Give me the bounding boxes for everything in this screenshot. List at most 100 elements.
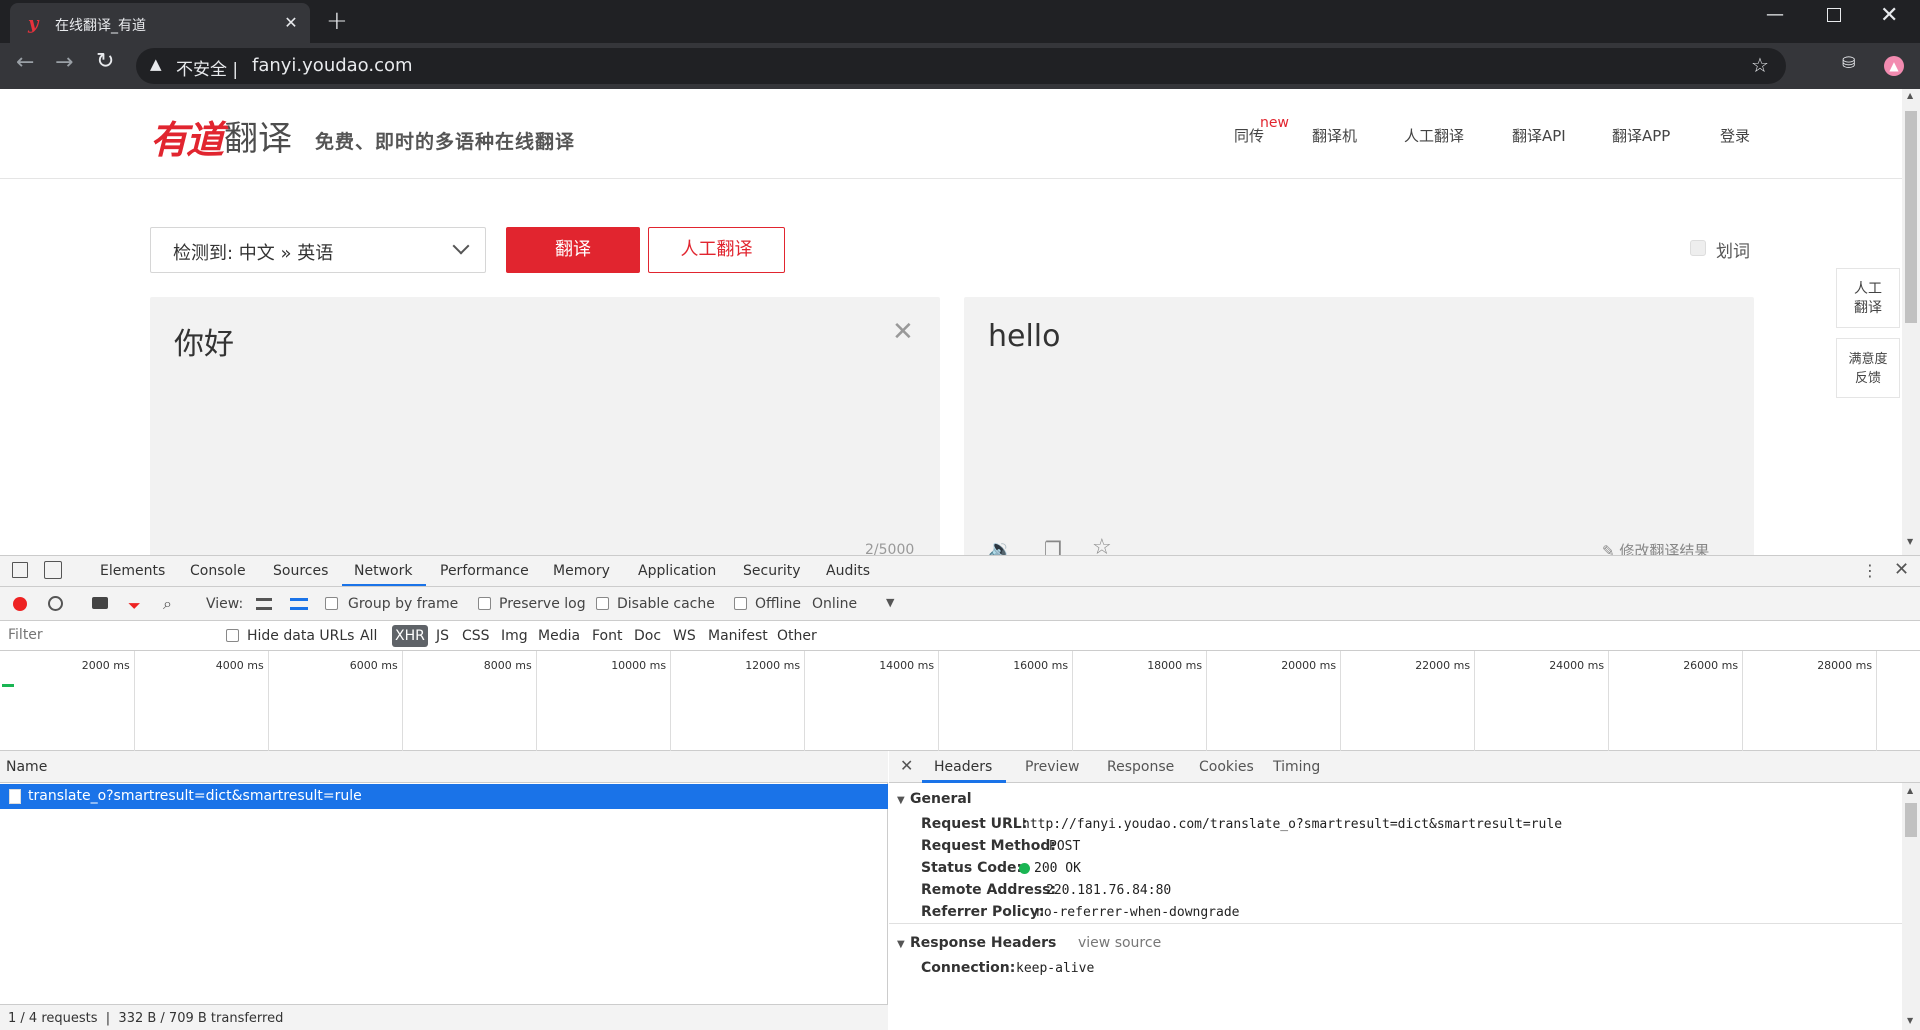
disable-cache-label[interactable]: Disable cache: [617, 596, 715, 612]
filter-type-all[interactable]: All: [360, 628, 377, 644]
page-scrollbar[interactable]: ▲ ▼: [1902, 89, 1920, 555]
hide-data-urls-label[interactable]: Hide data URLs: [247, 628, 354, 644]
offline-checkbox[interactable]: [734, 597, 747, 610]
filter-type-img[interactable]: Img: [501, 628, 528, 644]
side-feedback-button[interactable]: 满意度 反馈: [1836, 338, 1900, 398]
huaci-checkbox[interactable]: [1690, 240, 1706, 256]
collapse-triangle-icon[interactable]: ▼: [897, 939, 905, 950]
filter-input[interactable]: [2, 624, 210, 646]
record-icon[interactable]: [13, 597, 27, 611]
filter-type-manifest[interactable]: Manifest: [708, 628, 768, 644]
devtools-tab-audits[interactable]: Audits: [826, 563, 870, 579]
column-header-name[interactable]: Name: [6, 759, 47, 775]
throttling-select[interactable]: Online: [812, 596, 857, 612]
filter-type-font[interactable]: Font: [592, 628, 622, 644]
new-tab-button[interactable]: +: [326, 6, 348, 36]
extension-icon[interactable]: ⛁: [1842, 53, 1855, 72]
device-toolbar-icon[interactable]: [44, 561, 62, 579]
nav-link-api[interactable]: 翻译API: [1512, 125, 1566, 146]
devtools-tab-sources[interactable]: Sources: [273, 563, 328, 579]
details-tab-cookies[interactable]: Cookies: [1199, 759, 1254, 775]
devtools-tab-network[interactable]: Network: [354, 563, 412, 579]
edit-translation-link[interactable]: ✎ 修改翻译结果: [1602, 540, 1709, 555]
overview-waterfall-icon[interactable]: [290, 598, 308, 610]
details-close-icon[interactable]: ✕: [900, 756, 913, 775]
filter-type-other[interactable]: Other: [777, 628, 817, 644]
warning-triangle-icon[interactable]: ▲: [150, 55, 162, 73]
request-row[interactable]: translate_o?smartresult=dict&smartresult…: [0, 784, 888, 809]
window-minimize-button[interactable]: —: [1766, 4, 1784, 25]
translate-button[interactable]: 翻译: [506, 227, 640, 273]
request-name[interactable]: translate_o?smartresult=dict&smartresult…: [28, 788, 362, 804]
human-translate-button[interactable]: 人工翻译: [648, 227, 785, 273]
offline-label[interactable]: Offline: [755, 596, 801, 612]
view-source-link[interactable]: view source: [1078, 935, 1161, 951]
scroll-down-arrow-icon[interactable]: ▼: [1907, 1016, 1913, 1025]
devtools-tab-elements[interactable]: Elements: [100, 563, 165, 579]
devtools-tab-application[interactable]: Application: [638, 563, 716, 579]
collapse-triangle-icon[interactable]: ▼: [897, 795, 905, 806]
browser-tab[interactable]: y 在线翻译_有道 ✕: [10, 3, 310, 43]
url-text[interactable]: fanyi.youdao.com: [252, 55, 413, 76]
fanyi-logo-text[interactable]: 翻译: [224, 111, 292, 160]
clear-input-icon[interactable]: ✕: [892, 317, 914, 347]
speaker-icon[interactable]: 🔉: [988, 537, 1013, 555]
details-scrollbar-thumb[interactable]: [1905, 803, 1917, 837]
devtools-tab-security[interactable]: Security: [743, 563, 801, 579]
details-tab-response[interactable]: Response: [1107, 759, 1174, 775]
back-arrow-icon[interactable]: ←: [16, 50, 34, 75]
details-tab-headers[interactable]: Headers: [934, 759, 992, 775]
forward-arrow-icon[interactable]: →: [55, 50, 73, 75]
filter-type-xhr[interactable]: XHR: [395, 628, 425, 644]
bookmark-star-icon[interactable]: ☆: [1751, 53, 1769, 77]
tab-close-icon[interactable]: ✕: [282, 13, 300, 32]
details-scrollbar[interactable]: ▲ ▼: [1902, 783, 1920, 1030]
filter-funnel-icon[interactable]: ⏷: [128, 596, 141, 616]
nav-link-app[interactable]: 翻译APP: [1612, 125, 1670, 146]
network-overview-timeline[interactable]: 2000 ms 4000 ms 6000 ms 8000 ms 10000 ms 1200…: [0, 651, 1920, 751]
window-maximize-button[interactable]: [1827, 8, 1841, 22]
more-options-icon[interactable]: ⋮: [1862, 561, 1878, 580]
nav-link-login[interactable]: 登录: [1720, 125, 1750, 146]
general-section-title[interactable]: General: [910, 791, 972, 807]
copy-icon[interactable]: ❐: [1044, 537, 1062, 555]
details-tab-timing[interactable]: Timing: [1273, 759, 1320, 775]
inspect-element-icon[interactable]: [12, 562, 28, 578]
group-by-frame-checkbox[interactable]: [325, 597, 338, 610]
devtools-tab-console[interactable]: Console: [190, 563, 246, 579]
disable-cache-checkbox[interactable]: [596, 597, 609, 610]
devtools-tab-memory[interactable]: Memory: [553, 563, 610, 579]
favorite-star-icon[interactable]: ☆: [1092, 535, 1112, 555]
source-text[interactable]: 你好: [174, 319, 234, 363]
preserve-log-checkbox[interactable]: [478, 597, 491, 610]
filter-type-css[interactable]: CSS: [462, 628, 490, 644]
filter-type-js[interactable]: JS: [436, 628, 449, 644]
response-headers-section-title[interactable]: Response Headers: [910, 935, 1056, 951]
scroll-down-arrow-icon[interactable]: ▼: [1907, 537, 1913, 546]
scroll-up-arrow-icon[interactable]: ▲: [1907, 786, 1913, 795]
details-tab-preview[interactable]: Preview: [1025, 759, 1080, 775]
address-bar[interactable]: ▲ 不安全 | fanyi.youdao.com ☆: [136, 48, 1786, 84]
language-select[interactable]: 检测到: 中文 » 英语: [150, 227, 486, 273]
clear-icon[interactable]: [48, 596, 63, 611]
side-human-translate-button[interactable]: 人工 翻译: [1836, 268, 1900, 328]
large-rows-view-icon[interactable]: [256, 598, 272, 610]
nav-link-human-translation[interactable]: 人工翻译: [1404, 125, 1464, 146]
filter-type-doc[interactable]: Doc: [634, 628, 661, 644]
hide-data-urls-checkbox[interactable]: [226, 629, 239, 642]
devtools-close-icon[interactable]: ✕: [1894, 559, 1909, 580]
youdao-logo[interactable]: 有道: [150, 109, 224, 164]
filter-type-media[interactable]: Media: [538, 628, 580, 644]
page-scrollbar-thumb[interactable]: [1905, 111, 1917, 323]
scroll-up-arrow-icon[interactable]: ▲: [1907, 91, 1913, 100]
filter-type-ws[interactable]: WS: [673, 628, 696, 644]
source-text-panel[interactable]: 你好 ✕ 2/5000: [150, 297, 940, 555]
throttle-dropdown-arrow-icon[interactable]: ▼: [886, 596, 894, 609]
search-icon[interactable]: ⌕: [163, 594, 172, 614]
screenshot-camera-icon[interactable]: [92, 597, 108, 609]
preserve-log-label[interactable]: Preserve log: [499, 596, 586, 612]
group-by-frame-label[interactable]: Group by frame: [348, 596, 458, 612]
nav-link-fanyiji[interactable]: 翻译机: [1312, 125, 1357, 146]
profile-avatar-icon[interactable]: ▲: [1884, 56, 1904, 76]
window-close-button[interactable]: ✕: [1880, 3, 1898, 28]
